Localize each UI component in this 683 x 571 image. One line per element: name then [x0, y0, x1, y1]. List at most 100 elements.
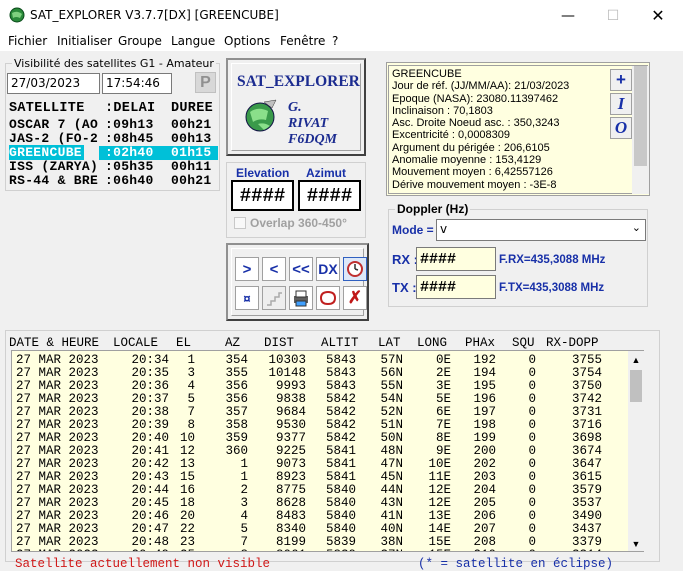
stairs-button[interactable]: [262, 286, 286, 310]
overlap-checkbox[interactable]: [234, 217, 246, 229]
col-dist: DIST: [264, 336, 295, 350]
menu-langue[interactable]: Langue: [171, 34, 215, 48]
mode-select[interactable]: v ⌄: [436, 219, 646, 241]
scroll-down-icon[interactable]: ▼: [628, 536, 644, 552]
sat-name: OSCAR 7 (AO: [9, 117, 99, 132]
menu-options[interactable]: Options: [224, 34, 270, 48]
tx-value[interactable]: ####: [416, 275, 496, 299]
table-cell: 5839: [311, 549, 356, 552]
menu-fenetre[interactable]: Fenêtre: [280, 34, 325, 48]
logo-line1: G.: [288, 100, 302, 115]
table-row[interactable]: 27 MAR 2023 20:40 10 359 9377 5842 50N 8E 199 0 36…: [16, 432, 628, 445]
table-row[interactable]: 27 MAR 2023 20:37 5 356 9838 5842 54N 5E 196 0 374…: [16, 393, 628, 406]
table-row[interactable]: 27 MAR 2023 20:45 18 3 8628 5840 43N 12E 205 0 353…: [16, 497, 628, 510]
table-cell: 8061: [254, 549, 306, 552]
sat-name: RS-44 & BRE: [9, 173, 99, 188]
map-button[interactable]: [316, 286, 340, 310]
table-row[interactable]: 27 MAR 2023 20:41 12 360 9225 5841 48N 9E 200 0 36…: [16, 445, 628, 458]
table-row[interactable]: 27 MAR 2023 20:43 15 1 8923 5841 45N 11E 203 0 361…: [16, 471, 628, 484]
satlist-row[interactable]: JAS-2 (FO-2 :08h45 00h13: [9, 132, 219, 146]
table-cell: 27 MAR 2023: [16, 549, 99, 552]
azimut-value: ####: [298, 180, 361, 211]
table-row[interactable]: 27 MAR 2023 20:44 16 2 8775 5840 44N 12E 204 0 357…: [16, 484, 628, 497]
orbit-button[interactable]: O: [610, 117, 632, 139]
satlist-row-selected[interactable]: GREENCUBE:02h40 01h15: [9, 145, 218, 160]
azimut-label: Azimut: [306, 166, 346, 180]
scroll-up-icon[interactable]: ▲: [628, 352, 644, 368]
satlist-row[interactable]: OSCAR 7 (AO:09h13 00h21: [9, 118, 219, 132]
rx-label: RX :: [392, 252, 418, 267]
satlist-header-satellite: SATELLITE: [9, 101, 85, 116]
menu-help[interactable]: ?: [332, 34, 338, 48]
table-row[interactable]: 27 MAR 2023 20:35 3 355 10148 5843 56N 2E 194 0 37…: [16, 367, 628, 380]
time-field[interactable]: 17:54:46: [102, 73, 172, 94]
info-line: Anomalie moyenne : 153,4129: [392, 154, 542, 167]
sat-duree: 00h21: [171, 173, 212, 188]
rx-value[interactable]: ####: [416, 247, 496, 271]
menu-initialiser[interactable]: Initialiser: [57, 34, 112, 48]
doppler-label: Doppler (Hz): [395, 202, 471, 216]
info-line: Epoque (NASA): 23080.11397462: [392, 92, 559, 105]
table-row[interactable]: 27 MAR 2023 20:42 13 1 9073 5841 47N 10E 202 0 364…: [16, 458, 628, 471]
table-scroll-thumb[interactable]: [630, 370, 642, 402]
rewind-button[interactable]: <<: [289, 257, 313, 281]
add-button[interactable]: +: [610, 69, 632, 91]
table-row[interactable]: 27 MAR 2023 20:38 7 357 9684 5842 52N 6E 197 0 373…: [16, 406, 628, 419]
sat-name: JAS-2 (FO-2: [9, 131, 99, 146]
track-button[interactable]: ¤: [235, 286, 259, 310]
frx-label: F.RX=435,3088 MHz: [499, 254, 606, 266]
sat-delai-text: :02h40: [105, 145, 154, 160]
satlist-row[interactable]: RS-44 & BRE:06h40 00h21: [9, 174, 219, 188]
p-button[interactable]: P: [195, 72, 216, 93]
col-long: LONG: [417, 336, 448, 350]
logo-panel: SAT_EXPLORER G. RIVAT F6DQM: [226, 58, 366, 156]
visibility-label: Visibilité des satellites G1 - Amateur: [12, 57, 216, 70]
col-locale: LOCALE: [113, 336, 159, 350]
table-cell: 8: [214, 549, 248, 552]
satellite-list[interactable]: SATELLITE:DELAI DUREE OSCAR 7 (AO:09h13 00…: [9, 102, 219, 188]
chevron-down-icon: ⌄: [631, 221, 641, 234]
info-scroll-thumb[interactable]: [634, 66, 647, 166]
cancel-button[interactable]: ✗: [343, 286, 367, 310]
ftx-label: F.TX=435,3088 MHz: [499, 282, 605, 294]
info-line: Excentricité : 0,0008309: [392, 129, 511, 142]
menu-groupe[interactable]: Groupe: [118, 34, 162, 48]
col-phax: PHAx: [465, 336, 496, 350]
previous-button[interactable]: <: [262, 257, 286, 281]
info-line: Jour de réf. (JJ/MM/AA): 21/03/2023: [392, 80, 570, 93]
col-az: AZ: [225, 336, 241, 350]
app-globe-icon: [9, 7, 25, 23]
next-button[interactable]: >: [235, 257, 259, 281]
table-row[interactable]: 27 MAR 2023 20:34 1 354 10303 5843 57N 0E 192 0 37…: [16, 354, 628, 367]
satellite-info: GREENCUBE Jour de réf. (JJ/MM/AA): 21/03…: [388, 65, 648, 194]
earth-logo-icon: [244, 98, 278, 137]
menu-fichier[interactable]: Fichier: [8, 34, 47, 48]
table-row[interactable]: 27 MAR 2023 20:36 4 356 9993 5843 55N 3E 195 0 375…: [16, 380, 628, 393]
satlist-row[interactable]: ISS (ZARYA):05h35 00h11: [9, 160, 219, 174]
sat-duree: 00h11: [171, 159, 212, 174]
logo-author: G. RIVAT F6DQM: [288, 100, 337, 148]
close-icon[interactable]: ✕: [635, 0, 681, 31]
satlist-header-delai: :DELAI: [105, 101, 156, 116]
sat-delai: :08h45: [105, 131, 154, 146]
table-row[interactable]: 27 MAR 2023 20:48 23 7 8199 5839 38N 15E 208 0 337…: [16, 536, 628, 549]
minimize-icon[interactable]: —: [545, 0, 591, 31]
info-line: Mouvement moyen : 6,42557126: [392, 166, 553, 179]
pass-table[interactable]: 27 MAR 2023 20:34 1 354 10303 5843 57N 0E 192 0 37…: [11, 350, 644, 552]
print-button[interactable]: [289, 286, 313, 310]
info-line: Inclinaison : 70,1803: [392, 104, 493, 117]
table-row[interactable]: 27 MAR 2023 20:4925 8 8061 5839 37N 15E 210 0 331…: [16, 549, 628, 552]
table-cell: 210: [460, 549, 496, 552]
table-row[interactable]: 27 MAR 2023 20:47 22 5 8340 5840 40N 14E 207 0 343…: [16, 523, 628, 536]
col-lat: LAT: [378, 336, 401, 350]
table-row[interactable]: 27 MAR 2023 20:46 20 4 8483 5840 41N 13E 206 0 349…: [16, 510, 628, 523]
col-altit: ALTIT: [321, 336, 359, 350]
clock-button[interactable]: [343, 257, 367, 281]
maximize-icon[interactable]: ☐: [590, 0, 636, 31]
info-button[interactable]: I: [610, 93, 632, 115]
dx-button[interactable]: DX: [316, 257, 340, 281]
table-row[interactable]: 27 MAR 2023 20:39 8 358 9530 5842 51N 7E 198 0 371…: [16, 419, 628, 432]
info-line: GREENCUBE: [392, 68, 462, 80]
date-field[interactable]: 27/03/2023: [7, 73, 100, 94]
sat-duree: 00h13: [171, 131, 212, 146]
